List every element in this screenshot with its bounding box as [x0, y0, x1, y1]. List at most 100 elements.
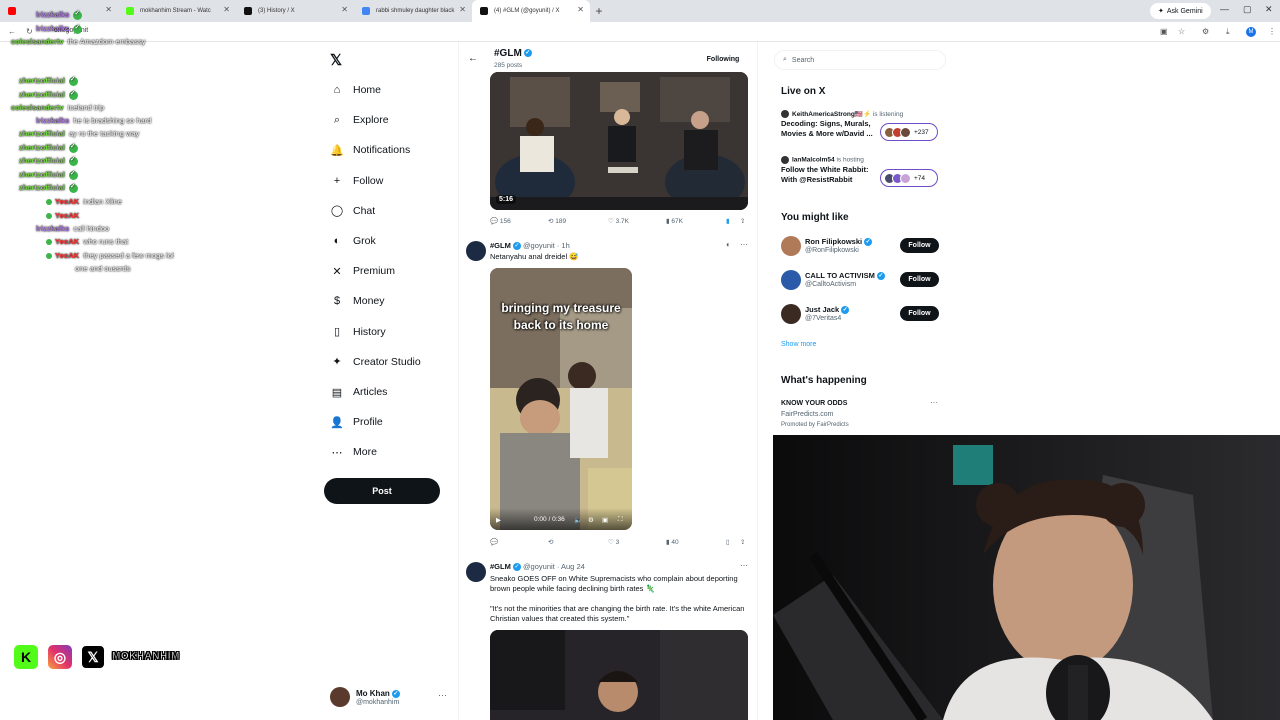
back-icon[interactable]: ←	[8, 27, 16, 36]
nav-item-more[interactable]: ⋯ More	[330, 442, 377, 462]
video-thumbnail[interactable]: 5:16	[490, 72, 748, 210]
suggested-account-name[interactable]: CALL TO ACTIVISM ✓	[805, 271, 885, 281]
browser-tab[interactable]: (3) History / X ✕	[236, 0, 354, 22]
more-icon[interactable]: ⋯	[740, 240, 748, 249]
views-count[interactable]: ▮ 67K	[666, 217, 683, 225]
repost-button[interactable]: ⟲ 189	[548, 217, 566, 225]
show-more-link[interactable]: Show more	[781, 341, 816, 348]
fullscreen-icon[interactable]: ⛶	[618, 516, 623, 524]
search-input[interactable]: ⌕ Search	[774, 50, 946, 70]
close-window-icon[interactable]: ✕	[1265, 4, 1273, 15]
live-title[interactable]: Decoding: Signs, Murals, Movies & More w…	[781, 119, 881, 139]
live-host[interactable]: IanMalcolm54 is hosting	[781, 156, 864, 164]
pip-icon[interactable]: ▣	[602, 516, 608, 524]
back-arrow-icon[interactable]: ←	[468, 53, 478, 64]
chat-username[interactable]: zhertzofficial	[19, 90, 65, 99]
avatar[interactable]	[781, 270, 801, 290]
minimize-icon[interactable]: —	[1220, 4, 1229, 14]
close-tab-icon[interactable]: ✕	[341, 5, 348, 14]
nav-item-articles[interactable]: ▤ Articles	[330, 382, 388, 402]
avatar[interactable]	[466, 241, 486, 261]
play-icon[interactable]: ▶	[496, 516, 501, 524]
chat-username[interactable]: YeoAK	[55, 211, 79, 220]
live-listeners-pill[interactable]: +237	[880, 123, 938, 141]
chat-username[interactable]: lrizzkalks	[36, 224, 69, 233]
nav-item-history[interactable]: ▯ History	[330, 322, 386, 342]
trend-title[interactable]: KNOW YOUR ODDS	[781, 400, 847, 407]
chat-username[interactable]: zhertzofficial	[19, 156, 65, 165]
nav-item-explore[interactable]: ⌕ Explore	[330, 110, 389, 130]
share-icon[interactable]: ⇪	[740, 217, 745, 225]
follow-button[interactable]: Follow	[900, 272, 939, 287]
chat-username[interactable]: zhertzofficial	[19, 170, 65, 179]
settings-icon[interactable]: ⚙	[588, 516, 594, 524]
x-logo-icon[interactable]: 𝕏	[330, 51, 342, 69]
nav-item-money[interactable]: $ Money	[330, 291, 385, 311]
maximize-icon[interactable]: ▢	[1243, 4, 1252, 15]
live-listeners-pill[interactable]: +74	[880, 169, 938, 187]
suggested-account-name[interactable]: Ron Filipkowski ✓	[805, 237, 873, 247]
post-button[interactable]: Post	[324, 478, 440, 504]
account-switcher[interactable]: Mo Khan ✓ @mokhanhim ···	[330, 687, 450, 711]
new-tab-button[interactable]: +	[590, 4, 608, 18]
nav-item-home[interactable]: ⌂ Home	[330, 80, 381, 100]
browser-tab[interactable]: mokhanhim Stream - Watc ✕	[118, 0, 236, 22]
nav-item-notifications[interactable]: 🔔 Notifications	[330, 140, 410, 160]
video-thumbnail[interactable]	[490, 630, 748, 720]
chat-username[interactable]: lrizzkalks	[36, 10, 69, 19]
trend-link[interactable]: FairPredicts.com	[781, 411, 834, 418]
more-icon[interactable]: ···	[930, 398, 938, 407]
chat-username[interactable]: coleslsandertv	[11, 103, 64, 112]
bookmark-star-icon[interactable]: ☆	[1178, 27, 1185, 36]
avatar[interactable]	[781, 236, 801, 256]
like-button[interactable]: ♡ 3	[608, 538, 619, 546]
more-icon[interactable]: ⋯	[740, 561, 748, 570]
live-title[interactable]: Follow the White Rabbit: With @ResistRab…	[781, 165, 881, 185]
close-tab-icon[interactable]: ✕	[459, 5, 466, 14]
download-icon[interactable]: ⤓	[1226, 27, 1230, 37]
chat-username[interactable]: zhertzofficial	[19, 143, 65, 152]
nav-item-creator-studio[interactable]: ✦ Creator Studio	[330, 352, 420, 372]
reply-button[interactable]: 💬 156	[490, 217, 511, 225]
grok-icon[interactable]: ◐	[726, 240, 731, 249]
following-button[interactable]: Following	[698, 52, 748, 66]
browser-menu-icon[interactable]: ⋮	[1268, 27, 1276, 36]
nav-item-follow[interactable]: + Follow	[330, 171, 384, 191]
chat-username[interactable]: YeoAK	[55, 237, 79, 246]
chat-username[interactable]: lrizzkalks	[36, 116, 69, 125]
share-icon[interactable]: ⇪	[740, 538, 745, 546]
reload-icon[interactable]: ↻	[26, 27, 33, 36]
nav-item-profile[interactable]: 👤 Profile	[330, 412, 383, 432]
bookmark-icon[interactable]: ▯	[726, 538, 730, 546]
views-count[interactable]: ▮ 40	[666, 538, 679, 546]
nav-item-grok[interactable]: ◐ Grok	[330, 231, 376, 251]
close-tab-icon[interactable]: ✕	[105, 5, 112, 14]
repost-button[interactable]: ⟲	[548, 538, 553, 546]
profile-icon[interactable]: M	[1246, 27, 1256, 37]
extensions-icon[interactable]: ⚙	[1202, 27, 1209, 36]
chat-username[interactable]: YeoAK	[55, 197, 79, 206]
more-icon[interactable]: ···	[438, 690, 447, 700]
chat-username[interactable]: YeoAK	[55, 251, 79, 260]
suggested-account-name[interactable]: Just Jack ✓	[805, 305, 850, 315]
chat-username[interactable]: coleslsandertv	[11, 37, 64, 46]
like-button[interactable]: ♡ 3.7K	[608, 217, 629, 225]
close-tab-icon[interactable]: ✕	[223, 5, 230, 14]
browser-tab[interactable]: rabbi shmuley daughter black ✕	[354, 0, 472, 22]
reply-button[interactable]: 💬	[490, 538, 498, 546]
chat-username[interactable]: lrizzkalks	[36, 24, 69, 33]
follow-button[interactable]: Follow	[900, 238, 939, 253]
chat-username[interactable]: zhertzofficial	[19, 129, 65, 138]
nav-item-premium[interactable]: ✕ Premium	[330, 261, 395, 281]
ask-gemini-button[interactable]: ✦ Ask Gemini	[1150, 3, 1211, 19]
chat-username[interactable]: zhertzofficial	[19, 76, 65, 85]
nav-item-chat[interactable]: ◯ Chat	[330, 201, 375, 221]
avatar[interactable]	[781, 304, 801, 324]
avatar[interactable]	[466, 562, 486, 582]
live-host[interactable]: KeithAmericaStrong🇺🇸⚡ is listening	[781, 110, 903, 119]
video-player[interactable]: bringing my treasure back to its home ▶ …	[490, 268, 632, 530]
chat-username[interactable]: zhertzofficial	[19, 183, 65, 192]
volume-icon[interactable]: 🔈	[574, 516, 582, 524]
bookmark-icon[interactable]: ▮	[726, 217, 730, 225]
cast-icon[interactable]: ▣	[1160, 27, 1168, 36]
